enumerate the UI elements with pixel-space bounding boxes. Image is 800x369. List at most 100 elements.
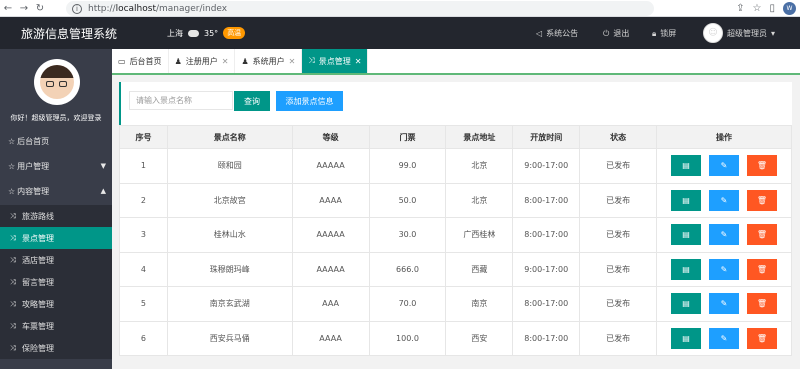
- address-bar[interactable]: i http://localhost/manager/index: [66, 1, 654, 16]
- cell-name: 珠穆朗玛峰: [166, 251, 293, 287]
- sidebar-item-tickets[interactable]: ⤨ 车票管理: [0, 315, 112, 337]
- pencil-icon: ✎: [720, 264, 728, 274]
- sidebar-item-label: 留言管理: [22, 277, 54, 287]
- cell-no: 3: [119, 217, 168, 253]
- bookmark-star-icon[interactable]: ☆: [753, 3, 762, 14]
- user-menu[interactable]: ☺ 超级管理员 ▾: [703, 23, 775, 43]
- edit-button[interactable]: ✎: [709, 327, 739, 349]
- cell-price: 100.0: [368, 320, 447, 356]
- user-name: 超级管理员: [727, 28, 767, 38]
- content-icon: ☆: [8, 186, 16, 196]
- edit-button[interactable]: ✎: [709, 258, 739, 280]
- document-icon: ▤: [682, 264, 690, 274]
- view-button[interactable]: ▤: [671, 189, 701, 211]
- sidebar-item-messages[interactable]: ⤨ 留言管理: [0, 271, 112, 293]
- table-header-row: 序号 景点名称 等级 门票 景点地址 开放时间 状态 操作: [119, 125, 792, 149]
- caret-down-icon: ▾: [771, 28, 776, 38]
- sidebar-item-guides[interactable]: ⤨ 攻略管理: [0, 293, 112, 315]
- add-scenic-button[interactable]: 添加景点信息: [276, 91, 343, 111]
- shuffle-icon: ⤨: [10, 343, 16, 352]
- view-button[interactable]: ▤: [671, 258, 701, 280]
- edit-button[interactable]: ✎: [709, 293, 739, 315]
- url-path: /manager/index: [155, 3, 228, 14]
- cell-actions: ▤ ✎ 🗑︎: [656, 320, 792, 356]
- document-icon: ▤: [682, 230, 690, 240]
- delete-button[interactable]: 🗑︎: [747, 293, 777, 315]
- power-icon: ⏻: [603, 28, 610, 38]
- sidebar-item-label: 内容管理: [17, 186, 50, 196]
- view-button[interactable]: ▤: [671, 224, 701, 246]
- close-icon[interactable]: ✕: [222, 57, 229, 66]
- delete-button[interactable]: 🗑︎: [747, 189, 777, 211]
- info-icon[interactable]: i: [72, 3, 82, 14]
- cell-status: 已发布: [579, 320, 657, 356]
- edit-button[interactable]: ✎: [709, 224, 739, 246]
- pencil-icon: ✎: [720, 333, 728, 343]
- monitor-icon: ▭: [118, 56, 126, 66]
- tab-registered-users[interactable]: ♟ 注册用户 ✕: [169, 49, 236, 73]
- chevron-down-icon: ▼: [100, 162, 106, 170]
- delete-button[interactable]: 🗑︎: [747, 327, 777, 349]
- reload-icon[interactable]: ↻: [32, 0, 48, 17]
- system-notice-button[interactable]: ◁ 系统公告: [536, 28, 578, 39]
- profile-icon[interactable]: W: [783, 2, 796, 15]
- delete-button[interactable]: 🗑︎: [747, 224, 777, 246]
- shuffle-icon: ⤨: [10, 233, 16, 242]
- cell-addr: 北京: [445, 182, 514, 218]
- document-icon: ▤: [682, 161, 690, 171]
- lock-screen-button[interactable]: 🔒︎ 锁屏: [652, 28, 676, 39]
- sidebar-item-content[interactable]: ☆ 内容管理 ▲: [0, 180, 112, 202]
- tab-system-users[interactable]: ♟ 系统用户 ✕: [235, 49, 303, 73]
- cell-status: 已发布: [579, 148, 657, 184]
- sidebar-item-routes[interactable]: ⤨ 旅游路线: [0, 205, 112, 227]
- cell-addr: 北京: [445, 148, 514, 184]
- logout-button[interactable]: ⏻ 退出: [603, 28, 629, 39]
- table-row: 1 颐和园 AAAAA 99.0 北京 9:00-17:00 已发布 ▤ ✎ 🗑︎: [119, 148, 792, 184]
- share-icon[interactable]: ⇪: [736, 3, 744, 14]
- cell-price: 99.0: [368, 148, 447, 184]
- cell-actions: ▤ ✎ 🗑︎: [656, 148, 792, 184]
- sidebar: 你好！超级管理员，欢迎登录 ☆ 后台首页 ☆ 用户管理 ▼ ☆ 内容管理 ▲ ⤨…: [0, 49, 112, 369]
- weather-city: 上海: [167, 28, 183, 38]
- cell-no: 4: [119, 251, 168, 287]
- cell-no: 1: [119, 148, 168, 184]
- edit-button[interactable]: ✎: [709, 189, 739, 211]
- shuffle-icon: ⤨: [10, 211, 16, 220]
- tab-home[interactable]: ▭ 后台首页: [112, 49, 169, 73]
- delete-button[interactable]: 🗑︎: [747, 258, 777, 280]
- sidebar-toggle-icon[interactable]: ▯: [769, 3, 775, 14]
- sidebar-item-insurance[interactable]: ⤨ 保险管理: [0, 337, 112, 359]
- app-header: 旅游信息管理系统 上海 35° 高温 ◁ 系统公告 ⏻ 退出 🔒︎ 锁屏 ☺ 超…: [0, 17, 800, 49]
- sidebar-item-hotels[interactable]: ⤨ 酒店管理: [0, 249, 112, 271]
- back-icon[interactable]: ←: [0, 0, 16, 17]
- query-button[interactable]: 查询: [234, 91, 270, 111]
- sidebar-item-users[interactable]: ☆ 用户管理 ▼: [0, 155, 112, 177]
- chevron-up-icon: ▲: [100, 187, 106, 195]
- cell-price: 70.0: [368, 286, 447, 322]
- sidebar-item-label: 旅游路线: [22, 211, 54, 221]
- sidebar-item-label: 用户管理: [17, 161, 50, 171]
- trash-icon: 🗑︎: [756, 299, 768, 309]
- cell-hours: 8:00-17:00: [512, 182, 581, 218]
- forward-icon[interactable]: →: [16, 0, 32, 17]
- view-button[interactable]: ▤: [671, 327, 701, 349]
- cell-hours: 8:00-17:00: [512, 286, 581, 322]
- view-button[interactable]: ▤: [671, 155, 701, 177]
- sidebar-item-scenic[interactable]: ⤨ 景点管理: [0, 227, 112, 249]
- shuffle-icon: ⤨: [308, 56, 315, 65]
- view-button[interactable]: ▤: [671, 293, 701, 315]
- close-icon[interactable]: ✕: [289, 57, 296, 66]
- user-icon: ☆: [8, 161, 16, 171]
- edit-button[interactable]: ✎: [709, 155, 739, 177]
- sidebar-item-home[interactable]: ☆ 后台首页: [0, 130, 112, 152]
- cell-name: 颐和园: [166, 148, 293, 184]
- close-icon[interactable]: ✕: [355, 57, 362, 66]
- search-input[interactable]: [129, 91, 233, 110]
- column-header: 操作: [656, 125, 792, 149]
- tab-scenic[interactable]: ⤨ 景点管理 ✕: [302, 49, 369, 73]
- pencil-icon: ✎: [720, 230, 728, 240]
- table-row: 3 桂林山水 AAAAA 30.0 广西桂林 8:00-17:00 已发布 ▤ ✎ 🗑︎: [119, 217, 792, 253]
- document-icon: ▤: [682, 195, 690, 205]
- weather-badge: 高温: [223, 27, 246, 39]
- delete-button[interactable]: 🗑︎: [747, 155, 777, 177]
